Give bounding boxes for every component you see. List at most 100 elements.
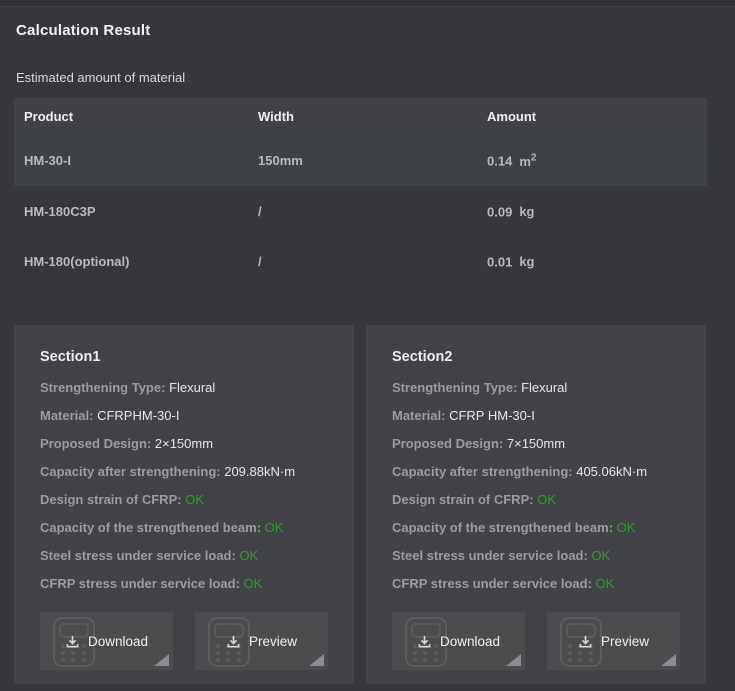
result-field: CFRP stress under service load: OK <box>40 577 328 590</box>
calculator-watermark-icon <box>560 617 602 667</box>
amount-unit: kg <box>519 254 534 269</box>
result-field: Steel stress under service load: OK <box>392 549 680 562</box>
unit-base: kg <box>519 254 534 269</box>
table-header-row: Product Width Amount <box>14 98 707 135</box>
field-value: 405.06kN·m <box>576 464 647 479</box>
download-button-label: Download <box>88 634 148 649</box>
unit-base: m <box>519 154 531 169</box>
column-header-amount: Amount <box>477 109 707 124</box>
result-field: Capacity of the strengthened beam: OK <box>392 521 680 534</box>
amount-unit: kg <box>519 204 534 219</box>
section-card-1: Section1 Strengthening Type: Flexural Ma… <box>14 325 354 684</box>
field-value: Flexural <box>169 380 215 395</box>
product-cell: HM-180(optional) <box>14 254 248 269</box>
field-value: 7×150mm <box>507 436 565 451</box>
status-badge: OK <box>591 548 610 563</box>
section-card-2: Section2 Strengthening Type: Flexural Ma… <box>366 325 706 684</box>
width-cell: 150mm <box>248 153 477 168</box>
material-estimate-label: Estimated amount of material: <box>16 70 735 85</box>
calculator-watermark-icon <box>208 617 250 667</box>
field-label: Design strain of CFRP: <box>392 492 534 507</box>
page-title: Calculation Result <box>16 22 735 39</box>
material-estimate-text: Estimated amount of material <box>16 70 185 85</box>
status-badge: OK <box>265 520 284 535</box>
amount-cell: 0.01 kg <box>477 253 707 269</box>
product-cell: HM-30-I <box>14 153 248 168</box>
field-label: Capacity of the strengthened beam: <box>392 520 613 535</box>
result-field: Material: CFRP HM-30-I <box>392 409 680 422</box>
preview-button[interactable]: Preview <box>195 612 328 670</box>
result-field: Design strain of CFRP: OK <box>40 493 328 506</box>
corner-fold-icon <box>661 654 676 666</box>
amount-unit: m2 <box>519 154 536 169</box>
field-value: CFRPHM-30-I <box>97 408 179 423</box>
field-value: 2×150mm <box>155 436 213 451</box>
field-label: Steel stress under service load: <box>392 548 588 563</box>
field-label: CFRP stress under service load: <box>40 576 240 591</box>
field-label: Capacity after strengthening: <box>40 464 221 479</box>
calculator-watermark-icon <box>53 617 95 667</box>
preview-button[interactable]: Preview <box>547 612 680 670</box>
field-label: Material: <box>40 408 93 423</box>
table-row: HM-180C3P / 0.09 kg <box>14 186 707 236</box>
corner-fold-icon <box>154 654 169 666</box>
download-button-label: Download <box>440 634 500 649</box>
result-field: Capacity after strengthening: 405.06kN·m <box>392 465 680 478</box>
material-estimate-colon: : <box>187 70 191 85</box>
result-field: CFRP stress under service load: OK <box>392 577 680 590</box>
corner-fold-icon <box>506 654 521 666</box>
top-divider <box>0 0 735 7</box>
amount-value: 0.01 <box>487 254 512 269</box>
button-row: Download Preview <box>40 612 328 670</box>
field-label: Material: <box>392 408 445 423</box>
amount-value: 0.14 <box>487 154 512 169</box>
button-row: Download Preview <box>392 612 680 670</box>
field-label: Capacity of the strengthened beam: <box>40 520 261 535</box>
amount-cell: 0.14 m2 <box>477 152 707 168</box>
result-field: Capacity of the strengthened beam: OK <box>40 521 328 534</box>
field-label: Design strain of CFRP: <box>40 492 182 507</box>
field-value: CFRP HM-30-I <box>449 408 535 423</box>
table-row: HM-30-I 150mm 0.14 m2 <box>14 135 707 186</box>
unit-base: kg <box>519 204 534 219</box>
field-label: CFRP stress under service load: <box>392 576 592 591</box>
width-cell: / <box>248 254 477 269</box>
field-value: Flexural <box>521 380 567 395</box>
status-badge: OK <box>617 520 636 535</box>
product-cell: HM-180C3P <box>14 204 248 219</box>
amount-cell: 0.09 kg <box>477 203 707 219</box>
table-row: HM-180(optional) / 0.01 kg <box>14 236 707 286</box>
field-label: Proposed Design: <box>392 436 503 451</box>
field-label: Strengthening Type: <box>40 380 165 395</box>
amount-value: 0.09 <box>487 204 512 219</box>
field-value: 209.88kN·m <box>224 464 295 479</box>
field-label: Strengthening Type: <box>392 380 517 395</box>
unit-superscript: 2 <box>531 152 537 163</box>
width-cell: / <box>248 204 477 219</box>
field-label: Proposed Design: <box>40 436 151 451</box>
calculator-watermark-icon <box>405 617 447 667</box>
preview-button-label: Preview <box>249 634 297 649</box>
preview-button-label: Preview <box>601 634 649 649</box>
status-badge: OK <box>596 576 615 591</box>
result-field: Strengthening Type: Flexural <box>40 381 328 394</box>
result-field: Material: CFRPHM-30-I <box>40 409 328 422</box>
corner-fold-icon <box>309 654 324 666</box>
result-field: Steel stress under service load: OK <box>40 549 328 562</box>
result-field: Design strain of CFRP: OK <box>392 493 680 506</box>
material-table: Product Width Amount HM-30-I 150mm 0.14 m… <box>14 98 707 286</box>
download-button[interactable]: Download <box>392 612 525 670</box>
status-badge: OK <box>244 576 263 591</box>
section-cards: Section1 Strengthening Type: Flexural Ma… <box>14 325 696 684</box>
column-header-width: Width <box>248 109 477 124</box>
status-badge: OK <box>185 492 204 507</box>
download-button[interactable]: Download <box>40 612 173 670</box>
section-title: Section1 <box>40 349 328 365</box>
section-title: Section2 <box>392 349 680 365</box>
result-field: Proposed Design: 2×150mm <box>40 437 328 450</box>
field-label: Capacity after strengthening: <box>392 464 573 479</box>
field-label: Steel stress under service load: <box>40 548 236 563</box>
status-badge: OK <box>537 492 556 507</box>
result-field: Capacity after strengthening: 209.88kN·m <box>40 465 328 478</box>
result-field: Proposed Design: 7×150mm <box>392 437 680 450</box>
